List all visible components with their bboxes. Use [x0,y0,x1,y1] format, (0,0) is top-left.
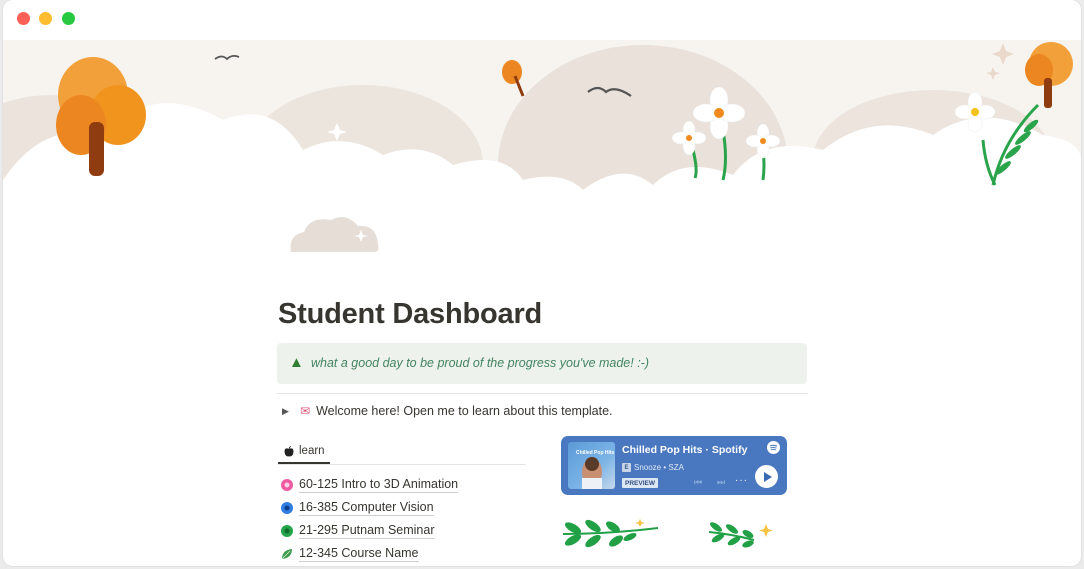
divider [277,393,808,394]
close-window-button[interactable] [17,12,30,25]
minimize-window-button[interactable] [39,12,52,25]
cloud-icon[interactable] [286,210,381,255]
list-item[interactable]: 21-295 Putnam Seminar [279,519,458,542]
leaf-icon [279,546,295,562]
title-bar [3,0,1081,40]
playlist-cover-image: Chilled Pop Hits [568,442,615,489]
previous-track-icon[interactable]: ⏮ [694,477,702,488]
spotify-logo-icon[interactable] [767,441,780,454]
green-flower-icon [279,523,295,539]
tab-learn[interactable]: learn [278,440,330,464]
tab-underline [278,464,526,465]
play-button[interactable] [755,465,778,488]
love-letter-icon: ✉ [300,404,311,418]
preview-badge: PREVIEW [622,478,658,488]
welcome-toggle[interactable]: ▶ ✉ Welcome here! Open me to learn about… [282,404,613,418]
evergreen-tree-icon: ▲ [289,354,304,371]
list-item[interactable]: 60-125 Intro to 3D Animation [279,473,459,496]
blue-flower-icon [279,500,295,516]
leaf-branch-icon [562,519,659,548]
toggle-text: Welcome here! Open me to learn about thi… [316,404,613,418]
course-link[interactable]: 60-125 Intro to 3D Animation [299,477,459,493]
next-track-icon[interactable]: ⏭ [717,477,725,488]
toggle-arrow-icon[interactable]: ▶ [282,406,294,417]
page-title: Student Dashboard [278,298,543,330]
track-subtitle: Snooze • SZA [634,463,684,472]
cover-illustration [3,40,1081,215]
course-list: 60-125 Intro to 3D Animation 16-385 Comp… [279,473,459,565]
more-options-icon[interactable]: ··· [735,475,748,486]
zoom-window-button[interactable] [62,12,75,25]
list-item[interactable]: 12-345 Course Name [279,542,458,565]
course-link[interactable]: 21-295 Putnam Seminar [299,523,435,539]
playlist-title[interactable]: Chilled Pop Hits · Spotify [622,444,747,456]
explicit-badge: E [622,463,631,472]
callout-text: what a good day to be proud of the progr… [311,356,650,370]
course-link[interactable]: 16-385 Computer Vision [299,500,434,516]
apple-icon [284,445,294,456]
tab-label: learn [299,445,325,457]
spotify-embed[interactable]: Chilled Pop Hits Chilled Pop Hits · Spot… [561,436,787,495]
leaf-branch-icon [708,522,773,548]
track-info: E Snooze • SZA [622,463,684,472]
callout-block[interactable]: ▲ what a good day to be proud of the pro… [277,343,807,384]
course-link[interactable]: 12-345 Course Name [299,546,419,562]
list-item[interactable]: 16-385 Computer Vision [279,496,458,519]
app-window: Student Dashboard ▲ what a good day to b… [3,0,1081,566]
pink-flower-icon [279,477,295,493]
play-icon [763,471,772,482]
